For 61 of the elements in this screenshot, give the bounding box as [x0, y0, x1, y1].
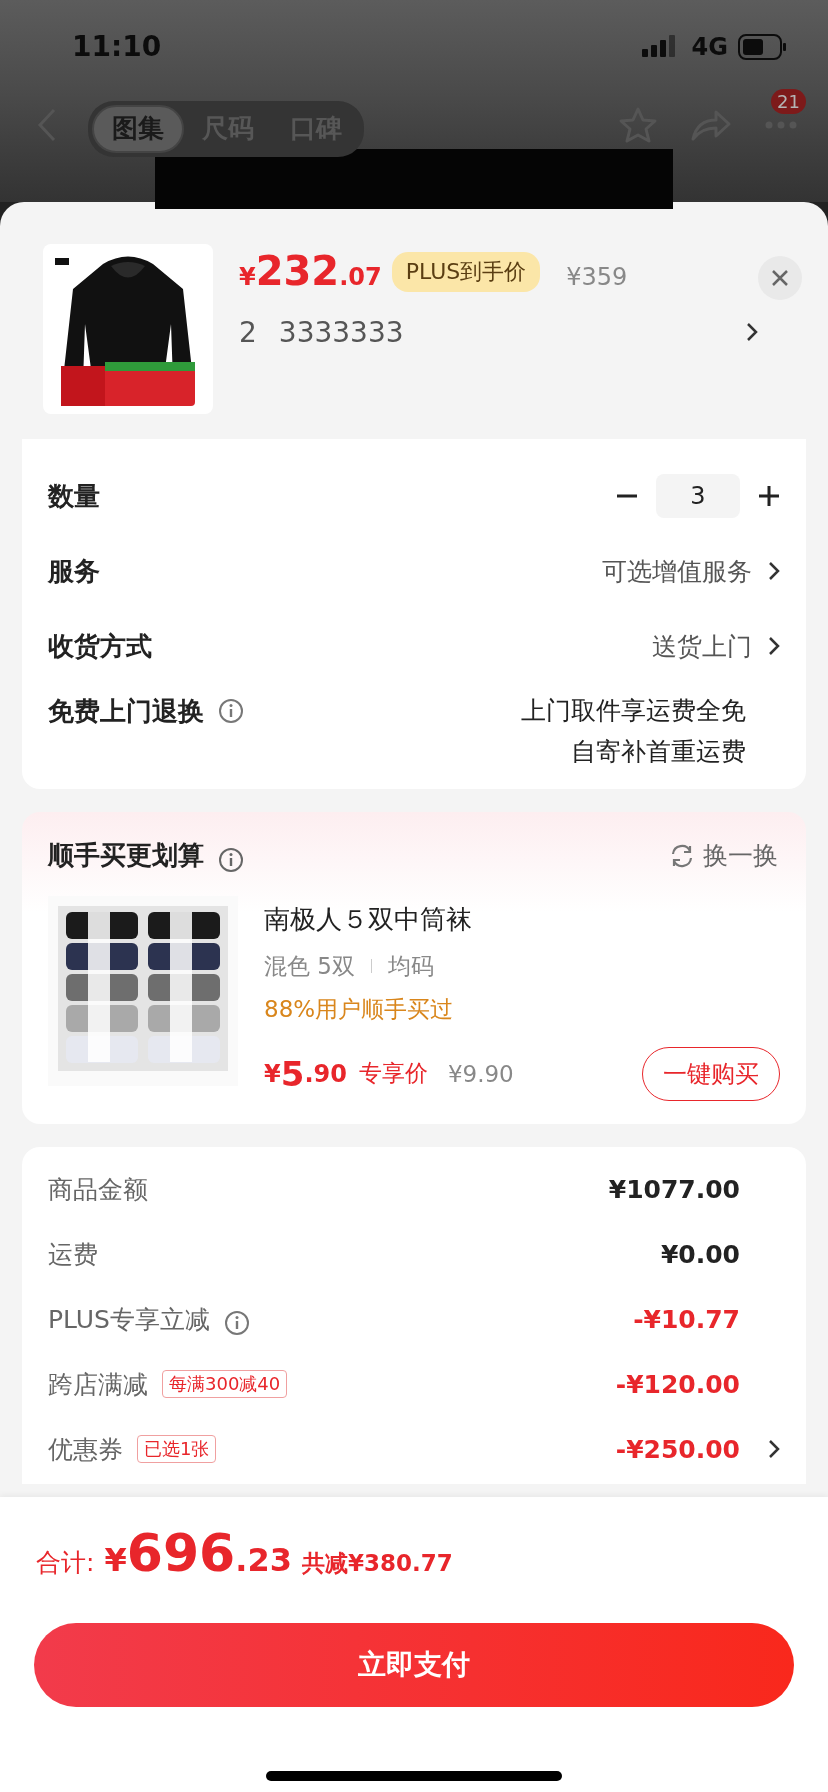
option-label: 数量 [48, 479, 100, 513]
close-icon [771, 268, 789, 287]
option-label: 收货方式 [48, 629, 152, 663]
option-label: 免费上门退换 [48, 694, 204, 728]
option-note: 上门取件享运费全免 [521, 694, 746, 727]
currency-symbol: ¥ [264, 1059, 281, 1088]
price: 232 [255, 247, 340, 294]
original-price: ¥9.90 [447, 1060, 514, 1087]
plus-price-tag: PLUS到手价 [391, 251, 541, 292]
promo-tag: 已选1张 [137, 1435, 217, 1464]
price: 5 [280, 1053, 305, 1094]
product-spec: 混色 5双 [264, 951, 355, 981]
buy-button[interactable]: 一键购买 [642, 1046, 780, 1101]
quantity-field[interactable]: 3 [656, 474, 740, 519]
promo-tag: 每满300减40 [162, 1370, 288, 1399]
summary-amount: ¥1077.00 [608, 1174, 740, 1204]
total-label: 合计: [36, 1547, 95, 1579]
notification-badge: 21 [771, 89, 806, 115]
refresh-icon [669, 842, 695, 869]
plus-icon[interactable] [758, 485, 780, 508]
total-discount: 共减¥380.77 [301, 1549, 453, 1578]
battery-icon [738, 33, 788, 60]
summary-label: 优惠券 [48, 1433, 123, 1466]
summary-label: PLUS专享立减 [48, 1303, 210, 1336]
close-button[interactable] [758, 255, 802, 300]
summary-label: 跨店满减 [48, 1368, 148, 1401]
original-price: ¥359 [566, 262, 628, 291]
info-icon[interactable] [223, 1310, 250, 1337]
option-value[interactable]: 可选增值服务 [602, 554, 752, 588]
price-decimal: .23 [235, 1541, 292, 1579]
chevron-icon [768, 636, 780, 657]
tab[interactable]: 图集 [92, 104, 184, 153]
network-type: 4G [691, 32, 728, 61]
chevron-icon [768, 561, 780, 582]
info-icon[interactable] [218, 846, 244, 873]
summary-label: 运费 [48, 1238, 98, 1271]
info-icon[interactable] [218, 697, 244, 724]
summary-amount: -¥250.00 [615, 1434, 740, 1464]
pay-button[interactable]: 立即支付 [34, 1623, 794, 1707]
summary-label: 商品金额 [48, 1173, 148, 1206]
option-value[interactable]: 送货上门 [652, 629, 752, 663]
product-spec: 均码 [387, 951, 434, 981]
status-time: 11:10 [72, 30, 162, 64]
selected-spec: 3333333 [278, 315, 404, 349]
chevron-icon[interactable] [746, 322, 758, 343]
option-label: 服务 [48, 554, 100, 588]
summary-amount: -¥10.77 [633, 1304, 740, 1334]
summary-amount: ¥0.00 [660, 1239, 740, 1269]
purchase-note: 88%用户顺手买过 [264, 994, 455, 1024]
selected-spec: 2 [239, 315, 257, 349]
section-title: 顺手买更划算 [48, 839, 204, 873]
option-note: 自寄补首重运费 [571, 735, 746, 768]
total-price: 696 [126, 1523, 236, 1583]
price-decimal: .07 [339, 262, 382, 291]
refresh-button[interactable]: 换一换 [669, 839, 778, 873]
price-tag: 专享价 [358, 1058, 428, 1090]
currency-symbol: ¥ [104, 1541, 127, 1579]
currency-symbol: ¥ [239, 262, 256, 291]
price-decimal: .90 [304, 1059, 347, 1088]
summary-amount: -¥120.00 [615, 1369, 740, 1399]
product-name: 南极人５双中筒袜 [264, 902, 473, 936]
